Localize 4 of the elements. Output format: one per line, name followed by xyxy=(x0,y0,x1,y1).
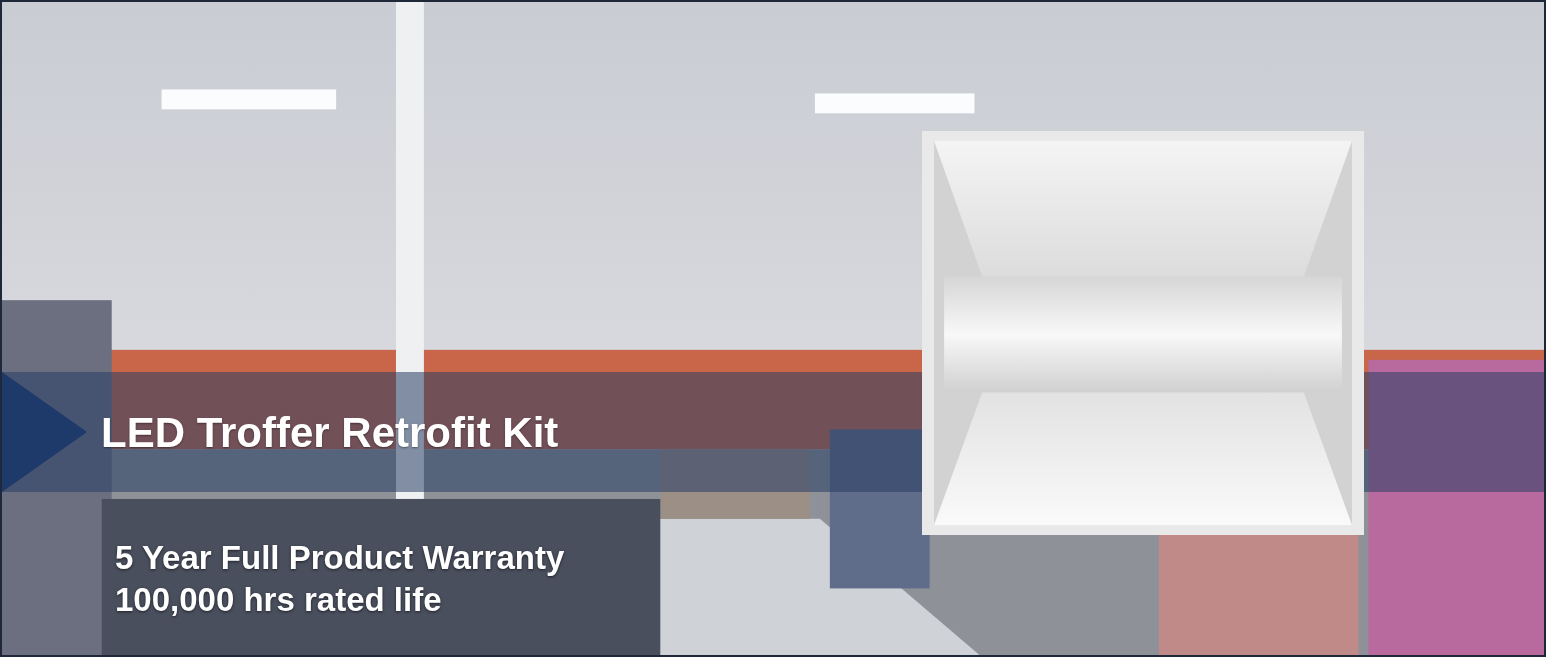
feature-text: 100,000 hrs rated life xyxy=(115,580,443,620)
banner-title: LED Troffer Retrofit Kit xyxy=(101,409,559,457)
feature-text: 5 Year Full Product Warranty xyxy=(115,538,565,578)
chevron-icon xyxy=(2,372,87,492)
